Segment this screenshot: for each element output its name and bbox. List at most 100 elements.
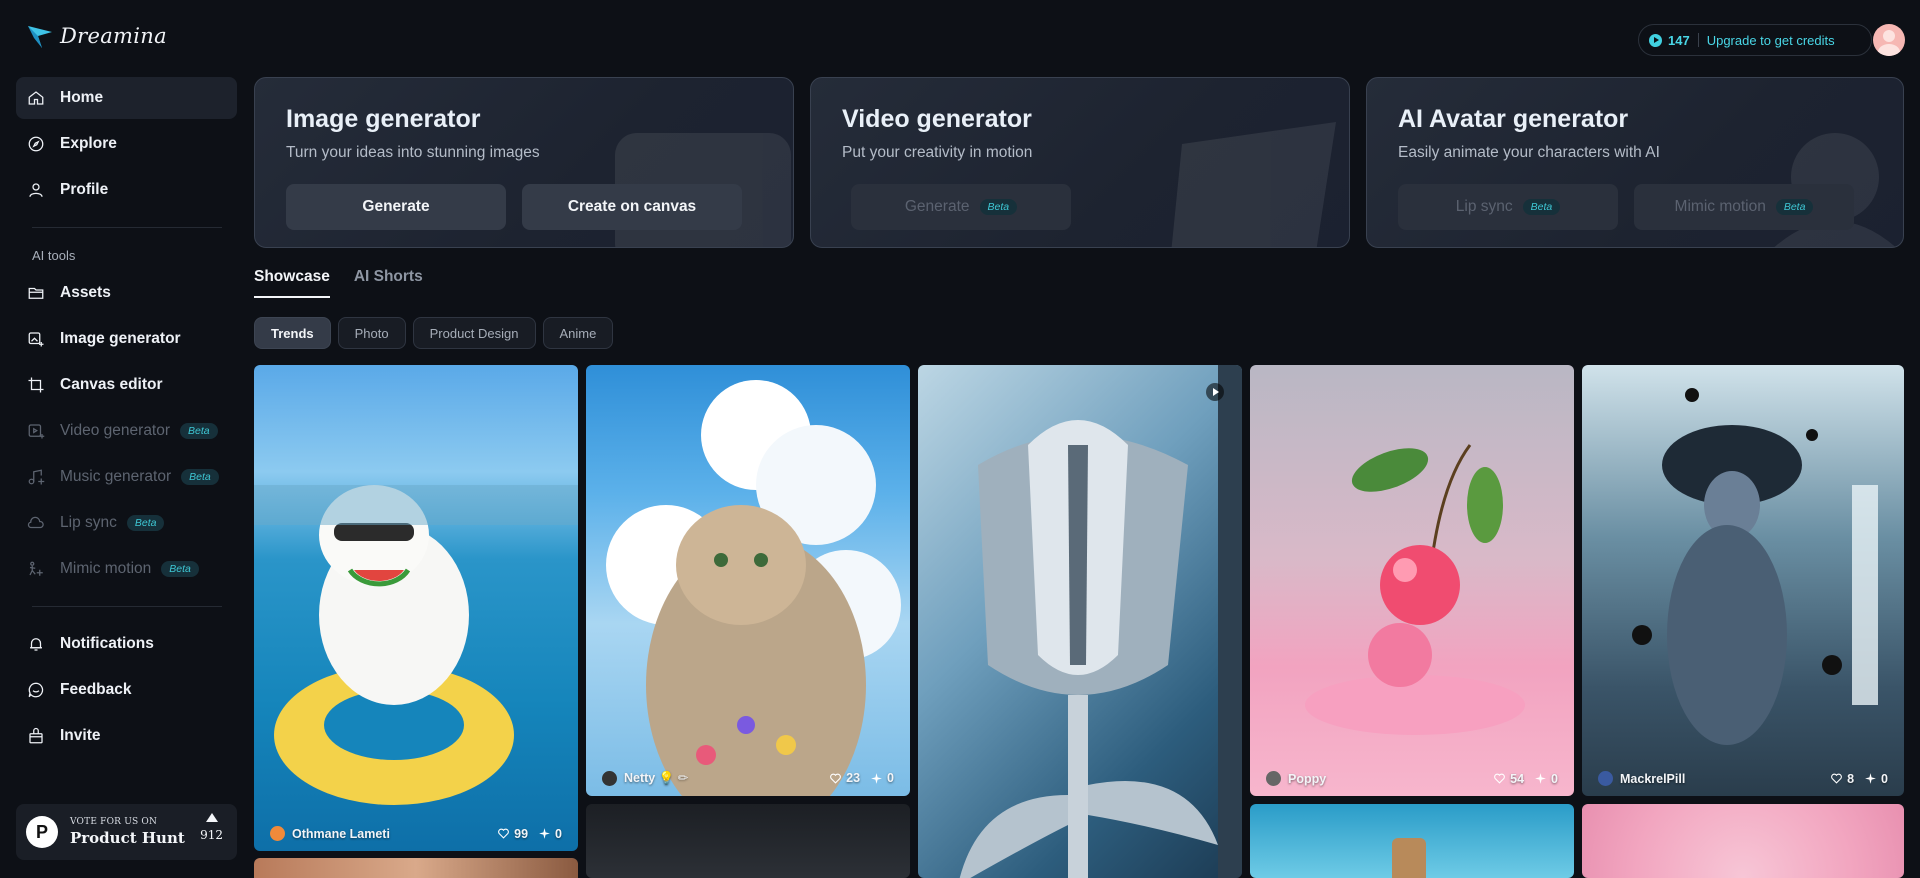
- remix-count: 0: [887, 771, 894, 785]
- cat-clouds-image: [606, 380, 901, 796]
- remix-stat[interactable]: 0: [1864, 772, 1888, 786]
- user-avatar-icon: [1598, 771, 1613, 786]
- product-hunt-logo-icon: P: [26, 816, 58, 848]
- generate-image-button[interactable]: Generate: [286, 184, 506, 230]
- product-hunt-votes: 912: [200, 813, 223, 842]
- sidebar-item-canvas-editor[interactable]: Canvas editor: [16, 364, 237, 406]
- video-play-icon[interactable]: [1206, 383, 1224, 401]
- gallery-tile[interactable]: Poppy 54 0: [1250, 365, 1574, 796]
- button-label: Mimic motion: [1674, 198, 1766, 215]
- tile-author[interactable]: Netty 💡 ✏: [624, 770, 688, 786]
- gallery-tile[interactable]: MackrelPill 8 0: [1582, 365, 1904, 796]
- main-nav: Home Explore Profile: [16, 77, 237, 211]
- category-chips: Trends Photo Product Design Anime: [254, 317, 614, 349]
- sidebar-item-notifications[interactable]: Notifications: [16, 623, 237, 665]
- crop-icon: [26, 375, 46, 395]
- credits-pill[interactable]: 147 Upgrade to get credits: [1638, 24, 1872, 56]
- lip-sync-button[interactable]: Lip sync Beta: [1398, 184, 1618, 230]
- like-stat[interactable]: 54: [1493, 772, 1524, 786]
- gallery-tile[interactable]: [918, 365, 1242, 878]
- video-generator-card[interactable]: Video generator Put your creativity in m…: [810, 77, 1350, 248]
- tab-showcase[interactable]: Showcase: [254, 268, 330, 298]
- heart-icon: [498, 828, 510, 839]
- like-stat[interactable]: 99: [497, 827, 528, 841]
- sidebar-item-music-generator[interactable]: Music generator Beta: [16, 456, 237, 498]
- tab-ai-shorts[interactable]: AI Shorts: [354, 268, 423, 298]
- user-avatar-icon: [602, 770, 617, 786]
- sidebar-item-label: Video generator: [60, 422, 171, 439]
- sidebar-item-assets[interactable]: Assets: [16, 272, 237, 314]
- user-icon: [26, 180, 46, 200]
- sidebar-item-label: Mimic motion: [60, 560, 152, 577]
- card-title: Video generator: [842, 105, 1032, 133]
- like-stat[interactable]: 8: [1830, 772, 1854, 786]
- tile-meta: Poppy 54 0: [1266, 771, 1558, 786]
- create-on-canvas-button[interactable]: Create on canvas: [522, 184, 742, 230]
- sidebar-item-home[interactable]: Home: [16, 77, 237, 119]
- sidebar-item-label: Notifications: [60, 635, 154, 652]
- sidebar: Dreamina Home Explore Profile AI tools A…: [0, 0, 238, 878]
- sidebar-item-label: Profile: [60, 181, 109, 198]
- remix-stat[interactable]: 0: [870, 771, 894, 785]
- motion-icon: [26, 559, 46, 579]
- chip-anime[interactable]: Anime: [542, 317, 614, 349]
- sidebar-item-explore[interactable]: Explore: [16, 123, 237, 165]
- mimic-motion-button[interactable]: Mimic motion Beta: [1634, 184, 1854, 230]
- vote-count: 912: [200, 828, 223, 842]
- remix-count: 0: [555, 826, 562, 841]
- sidebar-item-video-generator[interactable]: Video generator Beta: [16, 410, 237, 452]
- tile-author[interactable]: Othmane Lameti: [292, 827, 390, 841]
- sidebar-item-image-generator[interactable]: Image generator: [16, 318, 237, 360]
- user-avatar[interactable]: [1873, 24, 1905, 56]
- section-label: AI tools: [32, 248, 76, 263]
- gallery-tile[interactable]: Netty 💡 ✏ 23 0: [586, 365, 910, 796]
- chip-product-design[interactable]: Product Design: [412, 317, 536, 349]
- beta-badge: Beta: [180, 423, 218, 439]
- generate-video-button[interactable]: Generate Beta: [851, 184, 1071, 230]
- sparkle-icon: [871, 772, 882, 784]
- sidebar-item-label: Image generator: [60, 330, 181, 347]
- heart-icon: [1494, 773, 1506, 784]
- sidebar-item-lip-sync[interactable]: Lip sync Beta: [16, 502, 237, 544]
- tools-nav: Assets Image generator Canvas editor Vid…: [16, 272, 237, 590]
- remix-stat[interactable]: 0: [538, 827, 562, 841]
- tile-author[interactable]: Poppy: [1288, 772, 1326, 786]
- tile-author[interactable]: MackrelPill: [1620, 772, 1685, 786]
- tile-meta: MackrelPill 8 0: [1598, 771, 1888, 786]
- gallery-tile[interactable]: [1250, 804, 1574, 878]
- gallery-tile[interactable]: [1582, 804, 1904, 878]
- gallery-tile[interactable]: Othmane Lameti 99 0: [254, 365, 578, 851]
- cherry-image: [1305, 444, 1525, 735]
- tile-meta: Othmane Lameti 99 0: [270, 826, 562, 841]
- cloud-icon: [26, 513, 46, 533]
- chip-photo[interactable]: Photo: [337, 317, 406, 349]
- sidebar-item-label: Explore: [60, 135, 117, 152]
- content-tabs: Showcase AI Shorts: [254, 268, 423, 298]
- remix-count: 0: [1881, 771, 1888, 786]
- product-hunt-caption: VOTE FOR US ON: [70, 817, 158, 827]
- like-stat[interactable]: 23: [829, 771, 860, 785]
- sidebar-item-invite[interactable]: Invite: [16, 715, 237, 757]
- app-logo[interactable]: Dreamina: [26, 22, 167, 50]
- chip-trends[interactable]: Trends: [254, 317, 331, 349]
- credit-count: 147: [1668, 32, 1690, 48]
- sidebar-item-feedback[interactable]: Feedback: [16, 669, 237, 711]
- sidebar-item-mimic-motion[interactable]: Mimic motion Beta: [16, 548, 237, 590]
- dreamina-logo-icon: [28, 26, 52, 48]
- sidebar-item-label: Assets: [60, 284, 111, 301]
- cat-pool-image: [254, 485, 578, 805]
- ai-avatar-generator-card[interactable]: AI Avatar generator Easily animate your …: [1366, 77, 1904, 248]
- sidebar-item-label: Canvas editor: [60, 376, 163, 393]
- beta-badge: Beta: [161, 561, 199, 577]
- remix-stat[interactable]: 0: [1534, 772, 1558, 786]
- product-hunt-badge[interactable]: P VOTE FOR US ON Product Hunt 912: [16, 804, 237, 860]
- gallery-tile[interactable]: [254, 858, 578, 878]
- heart-icon: [1831, 773, 1842, 784]
- sidebar-item-label: Invite: [60, 727, 101, 744]
- chrome-tulip-image: [959, 365, 1242, 878]
- upgrade-link[interactable]: Upgrade to get credits: [1707, 33, 1835, 48]
- tile-meta: Netty 💡 ✏ 23 0: [602, 770, 894, 786]
- gallery-tile[interactable]: [586, 804, 910, 878]
- image-generator-card[interactable]: Image generator Turn your ideas into stu…: [254, 77, 794, 248]
- sidebar-item-profile[interactable]: Profile: [16, 169, 237, 211]
